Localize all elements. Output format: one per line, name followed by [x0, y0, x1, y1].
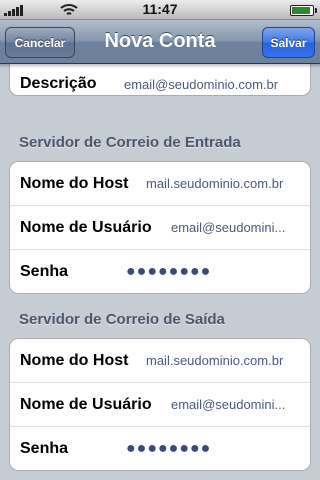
incoming-server-header: Servidor de Correio de Entrada: [19, 134, 241, 151]
incoming-password-label: Senha: [20, 263, 69, 280]
settings-list[interactable]: Descrição email@seudominio.com.br Servid…: [0, 64, 320, 480]
outgoing-password-field[interactable]: ●●●●●●●●: [126, 440, 211, 458]
incoming-username-row[interactable]: Nome de Usuário email@seudomini...: [10, 206, 310, 250]
battery-icon: [290, 5, 317, 16]
outgoing-server-group: Nome do Host mail.seudominio.com.br Nome…: [9, 338, 311, 471]
description-label: Descrição: [20, 75, 97, 92]
outgoing-host-label: Nome do Host: [20, 351, 129, 369]
cancel-button[interactable]: Cancelar: [5, 27, 75, 58]
incoming-host-row[interactable]: Nome do Host mail.seudominio.com.br: [10, 162, 310, 206]
outgoing-password-row[interactable]: Senha ●●●●●●●●: [10, 427, 310, 470]
outgoing-password-label: Senha: [20, 440, 69, 457]
outgoing-username-row[interactable]: Nome de Usuário email@seudomini...: [10, 383, 310, 427]
account-info-group: Descrição email@seudominio.com.br: [9, 64, 311, 96]
save-button[interactable]: Salvar: [262, 27, 315, 58]
page-title: Nova Conta: [104, 30, 216, 52]
outgoing-host-row[interactable]: Nome do Host mail.seudominio.com.br: [10, 339, 310, 383]
description-value[interactable]: email@seudominio.com.br: [124, 77, 278, 92]
outgoing-host-field[interactable]: mail.seudominio.com.br: [146, 353, 283, 368]
description-row[interactable]: Descrição email@seudominio.com.br: [10, 64, 310, 95]
outgoing-username-label: Nome de Usuário: [20, 395, 152, 413]
incoming-password-field[interactable]: ●●●●●●●●: [126, 263, 211, 281]
incoming-host-label: Nome do Host: [20, 174, 129, 192]
incoming-password-row[interactable]: Senha ●●●●●●●●: [10, 250, 310, 293]
nav-shadow: [0, 64, 320, 68]
outgoing-username-field[interactable]: email@seudomini...: [171, 397, 285, 412]
status-bar: 11:47: [0, 0, 320, 20]
incoming-username-label: Nome de Usuário: [20, 218, 152, 236]
outgoing-server-header: Servidor de Correio de Saída: [19, 311, 225, 328]
status-time: 11:47: [142, 1, 178, 17]
incoming-server-group: Nome do Host mail.seudominio.com.br Nome…: [9, 161, 311, 294]
incoming-host-field[interactable]: mail.seudominio.com.br: [146, 176, 283, 191]
incoming-username-field[interactable]: email@seudomini...: [171, 220, 285, 235]
